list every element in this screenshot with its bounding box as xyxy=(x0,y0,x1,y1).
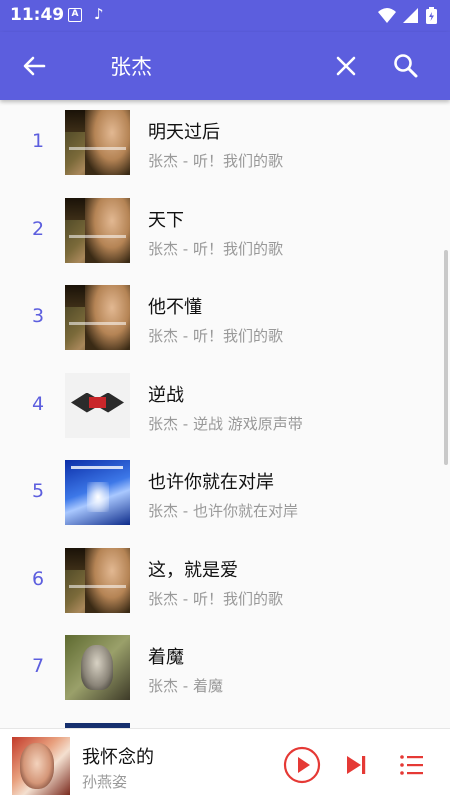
song-artist-album: 张杰 - 听！我们的歌 xyxy=(148,589,283,608)
playlist-icon[interactable] xyxy=(398,751,426,779)
now-playing-bar[interactable]: 我怀念的 孙燕姿 xyxy=(0,728,450,800)
song-artist-album: 张杰 - 也许你就在对岸 xyxy=(148,502,298,520)
now-playing-artist: 孙燕姿 xyxy=(82,773,128,791)
album-cover xyxy=(65,372,130,438)
accessibility-notification-icon: A xyxy=(68,8,82,22)
song-index: 1 xyxy=(31,130,45,152)
song-row[interactable]: 3 他不懂 张杰 - 听！我们的歌 xyxy=(0,275,450,363)
song-row[interactable]: 7 着魔 张杰 - 着魔 xyxy=(0,625,450,713)
song-index: 3 xyxy=(31,305,45,327)
song-artist-album: 张杰 - 逆战 游戏原声带 xyxy=(148,414,303,433)
list-scrollbar[interactable] xyxy=(444,250,448,465)
song-artist-album: 张杰 - 着魔 xyxy=(148,677,223,695)
album-cover xyxy=(65,197,130,263)
song-title: 这，就是爱 xyxy=(148,559,238,581)
album-cover xyxy=(65,110,130,175)
album-cover xyxy=(65,285,130,350)
song-title: 明天过后 xyxy=(148,122,220,143)
song-title: 他不懂 xyxy=(148,297,202,318)
song-results-list[interactable]: 1 明天过后 张杰 - 听！我们的歌 2 天下 张杰 - 听！我们的歌 3 他不… xyxy=(0,100,450,735)
status-bar: 11:49 A ♪ xyxy=(0,0,450,32)
music-note-icon: ♪ xyxy=(94,5,104,23)
skip-next-icon[interactable] xyxy=(342,751,370,779)
song-index: 2 xyxy=(31,217,45,240)
song-row[interactable]: 2 天下 张杰 - 听！我们的歌 xyxy=(0,188,450,276)
song-title: 也许你就在对岸 xyxy=(148,472,274,493)
search-query-input[interactable]: 张杰 xyxy=(110,51,152,81)
song-title: 天下 xyxy=(148,209,184,231)
now-playing-title: 我怀念的 xyxy=(82,747,154,768)
close-icon[interactable] xyxy=(330,50,362,82)
search-icon[interactable] xyxy=(390,50,422,82)
search-app-bar: 张杰 xyxy=(0,32,450,100)
battery-icon xyxy=(426,7,437,24)
song-row[interactable]: 5 也许你就在对岸 张杰 - 也许你就在对岸 xyxy=(0,450,450,538)
song-row[interactable]: 4 逆战 张杰 - 逆战 游戏原声带 xyxy=(0,363,450,451)
song-artist-album: 张杰 - 听！我们的歌 xyxy=(148,239,283,258)
song-row[interactable]: 6 这，就是爱 张杰 - 听！我们的歌 xyxy=(0,538,450,626)
signal-icon xyxy=(403,8,418,23)
now-playing-cover[interactable] xyxy=(12,737,70,795)
song-index: 6 xyxy=(31,567,45,590)
song-index: 4 xyxy=(31,392,45,415)
album-cover xyxy=(65,460,130,525)
wifi-icon xyxy=(378,8,396,23)
song-row[interactable]: 1 明天过后 张杰 - 听！我们的歌 xyxy=(0,100,450,188)
song-title: 着魔 xyxy=(148,647,184,668)
play-icon[interactable] xyxy=(283,746,321,784)
song-artist-album: 张杰 - 听！我们的歌 xyxy=(148,327,283,345)
arrow-left-icon[interactable] xyxy=(18,50,50,82)
album-cover xyxy=(65,547,130,613)
status-time: 11:49 xyxy=(10,5,65,25)
album-cover xyxy=(65,635,130,700)
system-status-icons xyxy=(378,7,437,24)
song-index: 7 xyxy=(31,655,45,677)
song-index: 5 xyxy=(31,480,45,502)
song-artist-album: 张杰 - 听！我们的歌 xyxy=(148,152,283,170)
song-title: 逆战 xyxy=(148,384,184,406)
